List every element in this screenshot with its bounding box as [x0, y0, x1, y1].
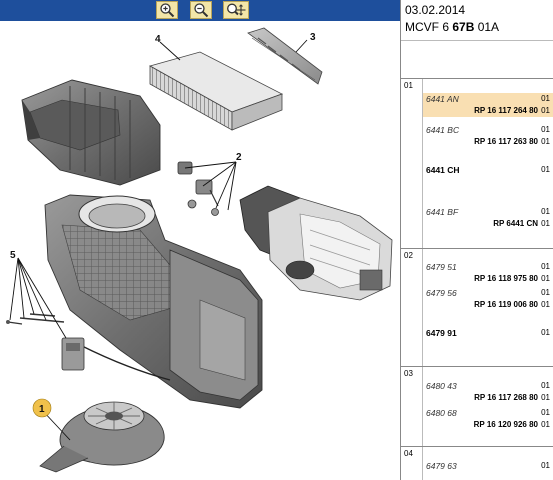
- part-code: 6479 51: [426, 262, 457, 272]
- part-group-03: 03 6480 43 01 RP 16 117 268 80 01 6480 6…: [401, 366, 553, 447]
- part-row[interactable]: 6480 68 01: [423, 407, 553, 419]
- part-4-cabin-filter: [148, 51, 284, 131]
- callout-1: 1: [39, 404, 45, 415]
- part-qty: 01: [541, 420, 550, 429]
- zoom-fit-button[interactable]: [223, 1, 249, 19]
- part-row[interactable]: 6441 BF 01: [423, 206, 553, 218]
- part-code-bold: 6479 91: [426, 328, 457, 338]
- part-qty: 01: [541, 94, 550, 103]
- catalog-header: 03.02.2014 MCVF 6 67B 01A: [401, 0, 553, 40]
- part-group-04: 04 6479 63 01: [401, 446, 553, 480]
- part-group-02: 02 6479 51 01 RP 16 118 975 80 01 6479 5…: [401, 248, 553, 367]
- zoom-out-icon: [194, 3, 209, 18]
- part-row[interactable]: 6479 56 01: [423, 287, 553, 299]
- part-qty: 01: [541, 328, 550, 337]
- part-row[interactable]: 6441 BC 01: [423, 124, 553, 136]
- part-2-actuator-parts: [177, 161, 219, 216]
- model-suffix: 01A: [474, 20, 500, 34]
- group-number: 03: [404, 369, 413, 378]
- catalog-date: 03.02.2014: [405, 3, 466, 17]
- part-row[interactable]: RP 16 117 264 80 01: [423, 105, 553, 117]
- part-row[interactable]: 6479 63 01: [423, 460, 553, 472]
- part-qty: 01: [541, 165, 550, 174]
- zoom-in-icon: [160, 3, 175, 18]
- toolbar: [0, 0, 400, 21]
- zoom-out-button[interactable]: [190, 1, 212, 19]
- part-reference: RP 6441 CN: [493, 219, 538, 228]
- callout-3: 3: [310, 32, 316, 43]
- part-code-bold: 6441 CH: [426, 165, 460, 175]
- upper-air-intake-housing: [21, 79, 161, 186]
- part-reference: RP 16 119 006 80: [474, 300, 538, 309]
- group-number: 01: [404, 81, 413, 90]
- part-qty: 01: [541, 262, 550, 271]
- zoom-in-button[interactable]: [156, 1, 178, 19]
- part-row[interactable]: 6441 AN 01: [423, 93, 553, 105]
- main-hvac-housing: [44, 194, 263, 409]
- zoom-fit-icon: [227, 3, 246, 16]
- assembled-unit-view: [239, 185, 393, 301]
- part-reference: RP 16 118 975 80: [474, 274, 538, 283]
- part-qty: 01: [541, 408, 550, 417]
- part-code: 6480 43: [426, 381, 457, 391]
- part-qty: 01: [541, 274, 550, 283]
- part-row[interactable]: 6480 43 01: [423, 380, 553, 392]
- model-prefix: MCVF 6: [405, 20, 453, 34]
- parts-diagram: 4 3 2 5 1: [0, 21, 400, 480]
- part-reference: RP 16 117 263 80: [474, 137, 538, 146]
- part-row[interactable]: 6479 91 01: [423, 327, 553, 339]
- part-row[interactable]: RP 16 119 006 80 01: [423, 299, 553, 311]
- model-code: MCVF 6 67B 01A: [405, 20, 499, 34]
- part-qty: 01: [541, 207, 550, 216]
- part-qty: 01: [541, 137, 550, 146]
- callout-2: 2: [236, 152, 242, 163]
- part-code: 6480 68: [426, 408, 457, 418]
- part-code: 6479 63: [426, 461, 457, 471]
- part-qty: 01: [541, 106, 550, 115]
- part-row[interactable]: RP 6441 CN 01: [423, 218, 553, 230]
- part-row[interactable]: RP 16 117 268 80 01: [423, 392, 553, 404]
- part-row[interactable]: 6479 51 01: [423, 261, 553, 273]
- part-row[interactable]: RP 16 118 975 80 01: [423, 273, 553, 285]
- part-reference: RP 16 117 264 80: [474, 106, 538, 115]
- part-row[interactable]: RP 16 120 926 80 01: [423, 419, 553, 431]
- part-qty: 01: [541, 461, 550, 470]
- part-qty: 01: [541, 125, 550, 134]
- part-group-01: 01 6441 AN 01 RP 16 117 264 80 01 6441 B…: [401, 78, 553, 249]
- callout-4: 4: [155, 34, 161, 45]
- part-qty: 01: [541, 288, 550, 297]
- part-qty: 01: [541, 300, 550, 309]
- part-code: 6441 BF: [426, 207, 459, 217]
- part-qty: 01: [541, 381, 550, 390]
- part-row[interactable]: 6441 CH 01: [423, 164, 553, 176]
- part-row[interactable]: RP 16 117 263 80 01: [423, 136, 553, 148]
- part-reference: RP 16 117 268 80: [474, 393, 538, 402]
- part-code: 6441 BC: [426, 125, 460, 135]
- group-number: 04: [404, 449, 413, 458]
- part-code: 6441 AN: [426, 94, 459, 104]
- part-qty: 01: [541, 393, 550, 402]
- part-1-blower-motor: [39, 401, 165, 473]
- part-5-resistor-and-screws: [6, 313, 85, 371]
- group-number: 02: [404, 251, 413, 260]
- part-reference: RP 16 120 926 80: [473, 420, 538, 429]
- part-code: 6479 56: [426, 288, 457, 298]
- exploded-view-drawing: 4 3 2 5 1: [6, 27, 393, 473]
- callout-5: 5: [10, 250, 16, 261]
- header-spacer: [401, 40, 553, 78]
- part-qty: 01: [541, 219, 550, 228]
- model-bold: 67B: [452, 20, 475, 34]
